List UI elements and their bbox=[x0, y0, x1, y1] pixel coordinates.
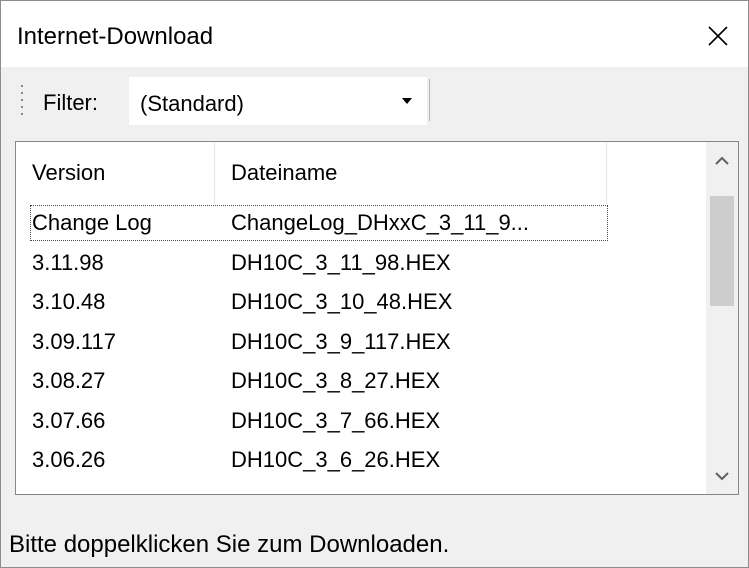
list-rows: Change Log ChangeLog_DHxxC_3_11_9... 3.1… bbox=[16, 204, 706, 481]
toolbar-separator bbox=[429, 79, 430, 121]
filter-selected-value: (Standard) bbox=[140, 91, 244, 116]
cell-version: 3.10.48 bbox=[32, 289, 106, 314]
cell-version: 3.06.26 bbox=[32, 447, 106, 472]
scroll-thumb[interactable] bbox=[710, 196, 734, 306]
status-bar: Bitte doppelklicken Sie zum Downloaden. bbox=[1, 501, 748, 567]
column-header-version[interactable]: Version bbox=[16, 142, 215, 204]
status-text: Bitte doppelklicken Sie zum Downloaden. bbox=[9, 531, 450, 558]
scroll-up-button[interactable] bbox=[706, 142, 738, 178]
list-row[interactable]: 3.08.27 DH10C_3_8_27.HEX bbox=[16, 362, 706, 402]
cell-version: 3.09.117 bbox=[32, 328, 117, 354]
column-header-filename[interactable]: Dateiname bbox=[215, 142, 607, 204]
list-row[interactable]: 3.11.98 DH10C_3_11_98.HEX bbox=[16, 244, 706, 284]
cell-version: Change Log bbox=[32, 210, 152, 235]
vertical-scrollbar[interactable] bbox=[706, 142, 738, 494]
chevron-down-icon bbox=[715, 471, 729, 480]
cell-filename: ChangeLog_DHxxC_3_11_9... bbox=[231, 210, 530, 235]
chevron-down-icon bbox=[402, 98, 412, 104]
list-row[interactable]: 3.10.48 DH10C_3_10_48.HEX bbox=[16, 283, 706, 323]
list-header: Version Dateiname bbox=[16, 142, 706, 204]
toolbar-grip[interactable] bbox=[20, 85, 24, 121]
cell-filename: DH10C_3_9_117.HEX bbox=[231, 328, 451, 354]
filter-label: Filter: bbox=[43, 90, 98, 115]
cell-filename: DH10C_3_11_98.HEX bbox=[231, 249, 451, 275]
filter-dropdown[interactable]: (Standard) bbox=[129, 77, 427, 125]
cell-filename: DH10C_3_10_48.HEX bbox=[231, 289, 453, 314]
close-icon bbox=[708, 26, 728, 46]
scroll-down-button[interactable] bbox=[706, 458, 738, 494]
cell-version: 3.07.66 bbox=[32, 407, 106, 433]
list-row-changelog[interactable]: Change Log ChangeLog_DHxxC_3_11_9... bbox=[16, 204, 706, 244]
download-list[interactable]: Version Dateiname Change Log ChangeLog_D… bbox=[15, 141, 739, 495]
cell-version: 3.11.98 bbox=[32, 249, 104, 275]
title-bar: Internet-Download bbox=[1, 1, 748, 67]
chevron-up-icon bbox=[715, 156, 729, 165]
cell-filename: DH10C_3_8_27.HEX bbox=[231, 368, 441, 393]
cell-filename: DH10C_3_7_66.HEX bbox=[231, 407, 441, 433]
cell-filename: DH10C_3_6_26.HEX bbox=[231, 447, 441, 472]
toolbar: Filter: (Standard) bbox=[1, 67, 748, 135]
column-header-filler bbox=[607, 142, 706, 204]
list-row[interactable]: 3.06.26 DH10C_3_6_26.HEX bbox=[16, 441, 706, 481]
list-row[interactable]: 3.09.117 DH10C_3_9_117.HEX bbox=[16, 323, 706, 363]
list-row[interactable]: 3.07.66 DH10C_3_7_66.HEX bbox=[16, 402, 706, 442]
internet-download-dialog: Internet-Download Filter: (Standard) Ver… bbox=[0, 0, 749, 568]
cell-version: 3.08.27 bbox=[32, 368, 106, 393]
window-title: Internet-Download bbox=[17, 23, 214, 50]
close-button[interactable] bbox=[688, 13, 748, 59]
